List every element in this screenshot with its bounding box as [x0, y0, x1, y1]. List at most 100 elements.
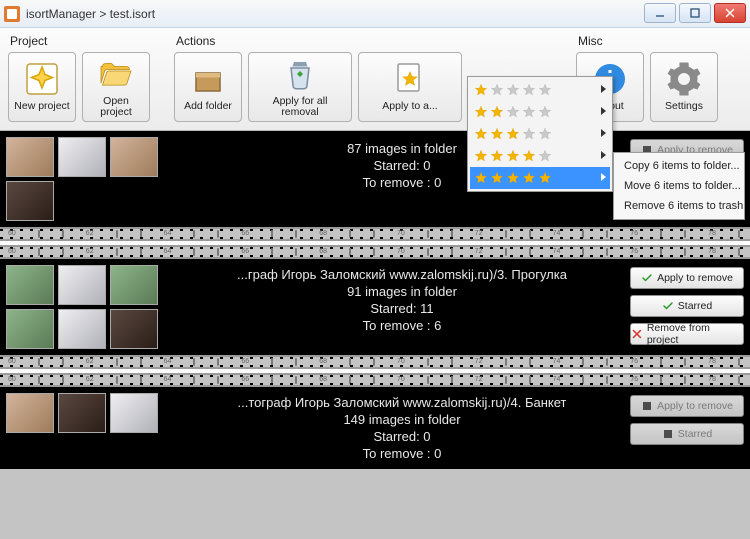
star-icon: [506, 105, 520, 119]
star-icon: [538, 105, 552, 119]
chevron-right-icon: [601, 173, 606, 181]
group-header-misc: Misc: [578, 34, 718, 48]
star-rating-4[interactable]: [470, 145, 610, 167]
star-icon: [474, 149, 488, 163]
chevron-right-icon: [601, 151, 606, 159]
images-count: 149 images in folder: [343, 412, 460, 427]
hash-icon: [662, 428, 674, 440]
film-sprockets: 60626466687072747678808284: [0, 245, 750, 259]
thumbnail[interactable]: [6, 265, 54, 305]
star-rating-1[interactable]: [470, 79, 610, 101]
group-header-project: Project: [10, 34, 150, 48]
toolbar-group-project: Project New project Open project: [8, 32, 150, 122]
star-icon: [506, 171, 520, 185]
ctx-copy-to-folder[interactable]: Copy 6 items to folder...: [614, 156, 744, 176]
thumbnail[interactable]: [6, 137, 54, 177]
close-button[interactable]: [714, 3, 746, 23]
star-icon: [506, 149, 520, 163]
remove-count: To remove : 6: [363, 318, 442, 333]
star-icon: [490, 149, 504, 163]
sparkle-icon: [24, 61, 60, 97]
ctx-remove-to-trash[interactable]: Remove 6 items to trash: [614, 196, 744, 216]
star-rating-menu: [467, 76, 613, 192]
thumbnail[interactable]: [58, 137, 106, 177]
maximize-button[interactable]: [679, 3, 711, 23]
check-icon: [662, 300, 674, 312]
thumbnail[interactable]: [58, 393, 106, 433]
apply-to-remove-button[interactable]: Apply to remove: [630, 395, 744, 417]
minimize-button[interactable]: [644, 3, 676, 23]
app-icon: [4, 6, 20, 22]
starred-count: Starred: 11: [370, 301, 433, 316]
thumbnail[interactable]: [110, 265, 158, 305]
strip-info: ...тограф Игорь Заломский www.zalomskij.…: [180, 387, 624, 469]
gear-icon: [666, 61, 702, 97]
folder-path: ...тограф Игорь Заломский www.zalomskij.…: [238, 395, 567, 410]
film-sprockets: 60626466687072747678808284: [0, 355, 750, 369]
folder-open-icon: [98, 56, 134, 92]
thumbnail[interactable]: [110, 393, 158, 433]
star-icon: [474, 171, 488, 185]
star-icon: [506, 83, 520, 97]
toolbar: Project New project Open project Actions…: [0, 28, 750, 131]
thumbnail[interactable]: [6, 181, 54, 221]
hash-icon: [641, 400, 653, 412]
star-icon: [506, 127, 520, 141]
recycle-icon: [282, 56, 318, 92]
star-icon: [474, 127, 488, 141]
settings-button[interactable]: Settings: [650, 52, 718, 122]
film-sprockets: 60626466687072747678808284: [0, 373, 750, 387]
title-bar: isortManager > test.isort: [0, 0, 750, 28]
add-folder-button[interactable]: Add folder: [174, 52, 242, 122]
star-icon: [522, 83, 536, 97]
thumbnail[interactable]: [110, 137, 158, 177]
doc-star-icon: [392, 61, 428, 97]
star-icon: [538, 83, 552, 97]
starred-button[interactable]: Starred: [630, 423, 744, 445]
apply-to-remove-button[interactable]: Apply to remove: [630, 267, 744, 289]
ctx-move-to-folder[interactable]: Move 6 items to folder...: [614, 176, 744, 196]
x-icon: [631, 328, 643, 340]
film-sprockets: 60626466687072747678808284: [0, 227, 750, 241]
star-icon: [490, 105, 504, 119]
starred-count: Starred: 0: [373, 158, 430, 173]
box-icon: [190, 61, 226, 97]
thumbnails: [0, 387, 180, 469]
star-icon: [522, 105, 536, 119]
strip-info: ...граф Игорь Заломский www.zalomskij.ru…: [180, 259, 624, 355]
remove-count: To remove : 0: [363, 175, 442, 190]
star-icon: [490, 127, 504, 141]
folder-path: ...граф Игорь Заломский www.zalomskij.ru…: [237, 267, 567, 282]
starred-count: Starred: 0: [373, 429, 430, 444]
star-icon: [474, 83, 488, 97]
thumbnail[interactable]: [110, 309, 158, 349]
remove-from-project-button[interactable]: Remove from project: [630, 323, 744, 345]
star-rating-2[interactable]: [470, 101, 610, 123]
check-icon: [641, 272, 653, 284]
star-rating-5[interactable]: [470, 167, 610, 189]
thumbnails: [0, 131, 180, 227]
star-icon: [538, 127, 552, 141]
remove-count: To remove : 0: [363, 446, 442, 461]
new-project-button[interactable]: New project: [8, 52, 76, 122]
thumbnail[interactable]: [58, 309, 106, 349]
strip-actions: Apply to remove Starred: [624, 387, 750, 469]
thumbnail[interactable]: [6, 393, 54, 433]
images-count: 91 images in folder: [347, 284, 457, 299]
group-header-actions: Actions: [176, 34, 462, 48]
starred-button[interactable]: Starred: [630, 295, 744, 317]
apply-all-removal-button[interactable]: Apply for all removal: [248, 52, 352, 122]
toolbar-group-actions: Actions Add folder Apply for all removal…: [174, 32, 462, 122]
apply-stars-button[interactable]: Apply to a...: [358, 52, 462, 122]
star-icon: [490, 83, 504, 97]
star-icon: [490, 171, 504, 185]
folder-strip: 60626466687072747678808284 ...граф Игорь…: [0, 245, 750, 369]
thumbnail[interactable]: [6, 309, 54, 349]
thumbnail[interactable]: [58, 265, 106, 305]
window-title: isortManager > test.isort: [26, 7, 155, 21]
open-project-button[interactable]: Open project: [82, 52, 150, 122]
chevron-right-icon: [601, 107, 606, 115]
star-rating-3[interactable]: [470, 123, 610, 145]
images-count: 87 images in folder: [347, 141, 457, 156]
thumbnails: [0, 259, 180, 355]
